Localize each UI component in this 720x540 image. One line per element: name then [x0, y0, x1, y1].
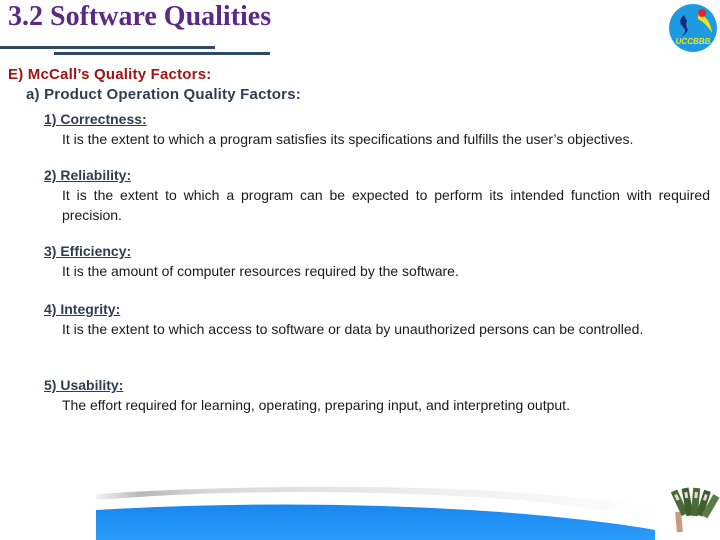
sub-heading: a) Product Operation Quality Factors: [26, 86, 301, 103]
footer-blue-band [96, 504, 655, 540]
memory-modules-icon [670, 487, 720, 533]
factor-usability: 5) Usability: The effort required for le… [44, 376, 710, 415]
title-underline-bottom [54, 52, 270, 55]
factor-reliability: 2) Reliability: It is the extent to whic… [44, 166, 710, 225]
factor-title: 1) Correctness: [44, 111, 147, 127]
institution-logo: UCCBBB [669, 4, 717, 52]
factor-description: It is the extent to which a program sati… [62, 131, 634, 147]
slide-title: 3.2 Software Qualities [8, 1, 272, 32]
factor-description: It is the extent to which access to soft… [62, 321, 644, 337]
factor-title: 5) Usability: [44, 377, 124, 393]
factor-title: 4) Integrity: [44, 301, 121, 317]
logo-red-dot-icon [698, 9, 706, 17]
factor-description: The effort required for learning, operat… [62, 397, 570, 413]
factor-efficiency: 3) Efficiency: It is the amount of compu… [44, 242, 710, 281]
logo-text: UCCBBB [676, 37, 711, 46]
factor-description: It is the amount of computer resources r… [62, 263, 459, 279]
factor-integrity: 4) Integrity: It is the extent to which … [44, 300, 710, 339]
factor-title: 2) Reliability: [44, 167, 132, 183]
factor-description: It is the extent to which a program can … [62, 187, 710, 223]
footer-decoration [96, 486, 720, 540]
title-underline-top [0, 46, 215, 49]
factor-correctness: 1) Correctness: It is the extent to whic… [44, 110, 710, 149]
factor-title: 3) Efficiency: [44, 243, 132, 259]
section-heading: E) McCall’s Quality Factors: [8, 66, 212, 83]
